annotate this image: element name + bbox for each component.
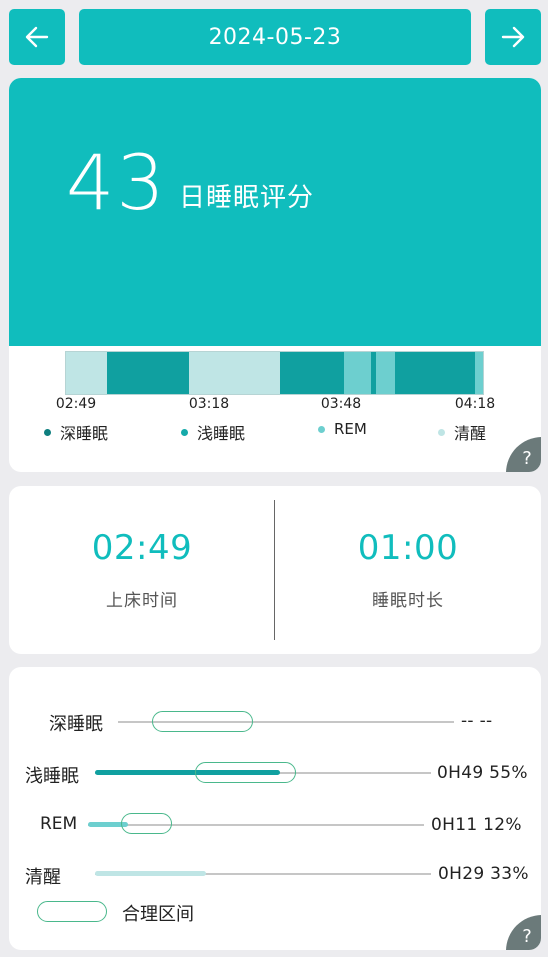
legend-dot-icon: [44, 428, 51, 436]
timeline-segment-awake: [189, 352, 280, 394]
legend-light: 浅睡眠: [181, 420, 245, 444]
stage-value-rem: 0H11 12%: [431, 815, 522, 835]
stage-value-light: 0H49 55%: [437, 763, 528, 783]
timeline-segment-rem: [344, 352, 371, 394]
sleep-score-card: 43 日睡眠评分 02:49 03:18 03:48 04:18 深睡眠 浅睡眠…: [9, 78, 541, 472]
stage-label-rem: REM: [40, 814, 78, 834]
stage-label-deep: 深睡眠: [49, 714, 103, 735]
sleep-stage-timeline[interactable]: [65, 351, 484, 395]
timeline-tick: 02:49: [55, 396, 97, 412]
bedtime-value: 02:49: [91, 528, 193, 568]
legend-rem: REM: [318, 420, 367, 438]
help-button[interactable]: ?: [506, 437, 541, 472]
legend-label: 深睡眠: [60, 424, 109, 443]
duration-label: 睡眠时长: [372, 591, 444, 611]
stage-value-deep: -- --: [461, 711, 493, 731]
sleep-score: 43: [66, 138, 167, 227]
timeline-segment-rem: [376, 352, 395, 394]
score-panel: 43 日睡眠评分: [9, 78, 541, 346]
stage-fill-awake: [95, 871, 206, 876]
timeline-segment-light: [107, 352, 189, 394]
timeline-segment-rem: [475, 352, 483, 394]
sleep-summary-card: 02:49 上床时间 01:00 睡眠时长: [9, 486, 541, 654]
duration-value: 01:00: [357, 528, 459, 568]
timeline-segment-awake: [66, 352, 107, 394]
date-text: 2024-05-23: [208, 24, 342, 50]
reasonable-range-legend-icon: [37, 901, 107, 922]
legend-dot-icon: [318, 425, 325, 433]
legend-deep: 深睡眠: [44, 420, 108, 444]
stage-value-awake: 0H29 33%: [438, 864, 529, 884]
legend-dot-icon: [438, 428, 445, 436]
bedtime-block: 02:49 上床时间: [9, 486, 275, 654]
bedtime-label: 上床时间: [106, 591, 178, 611]
question-icon: ?: [522, 926, 532, 947]
reasonable-range-legend-label: 合理区间: [122, 904, 194, 925]
legend-label: 清醒: [454, 424, 487, 443]
sleep-score-label: 日睡眠评分: [179, 183, 315, 213]
next-day-button[interactable]: [485, 9, 541, 65]
timeline-tick: 04:18: [454, 396, 496, 412]
question-icon: ?: [522, 448, 532, 469]
reasonable-range-rem: [121, 813, 172, 834]
reasonable-range-light: [195, 762, 296, 783]
help-button[interactable]: ?: [506, 915, 541, 950]
stage-label-light: 浅睡眠: [25, 766, 79, 787]
arrow-right-icon: [501, 26, 525, 48]
timeline-segment-light: [395, 352, 475, 394]
timeline-segment-light: [280, 352, 344, 394]
legend-dot-icon: [181, 428, 188, 436]
duration-block: 01:00 睡眠时长: [275, 486, 541, 654]
date-display[interactable]: 2024-05-23: [79, 9, 471, 65]
arrow-left-icon: [25, 26, 49, 48]
sleep-stages-card: 深睡眠 -- -- 浅睡眠 0H49 55% REM 0H11 12% 清醒 0…: [9, 667, 541, 950]
reasonable-range-deep: [152, 711, 253, 732]
prev-day-button[interactable]: [9, 9, 65, 65]
timeline-tick: 03:18: [188, 396, 230, 412]
stage-label-awake: 清醒: [25, 867, 61, 888]
timeline-tick: 03:48: [320, 396, 362, 412]
legend-awake: 清醒: [438, 420, 486, 444]
legend-label: 浅睡眠: [197, 424, 246, 443]
legend-label: REM: [334, 420, 367, 438]
